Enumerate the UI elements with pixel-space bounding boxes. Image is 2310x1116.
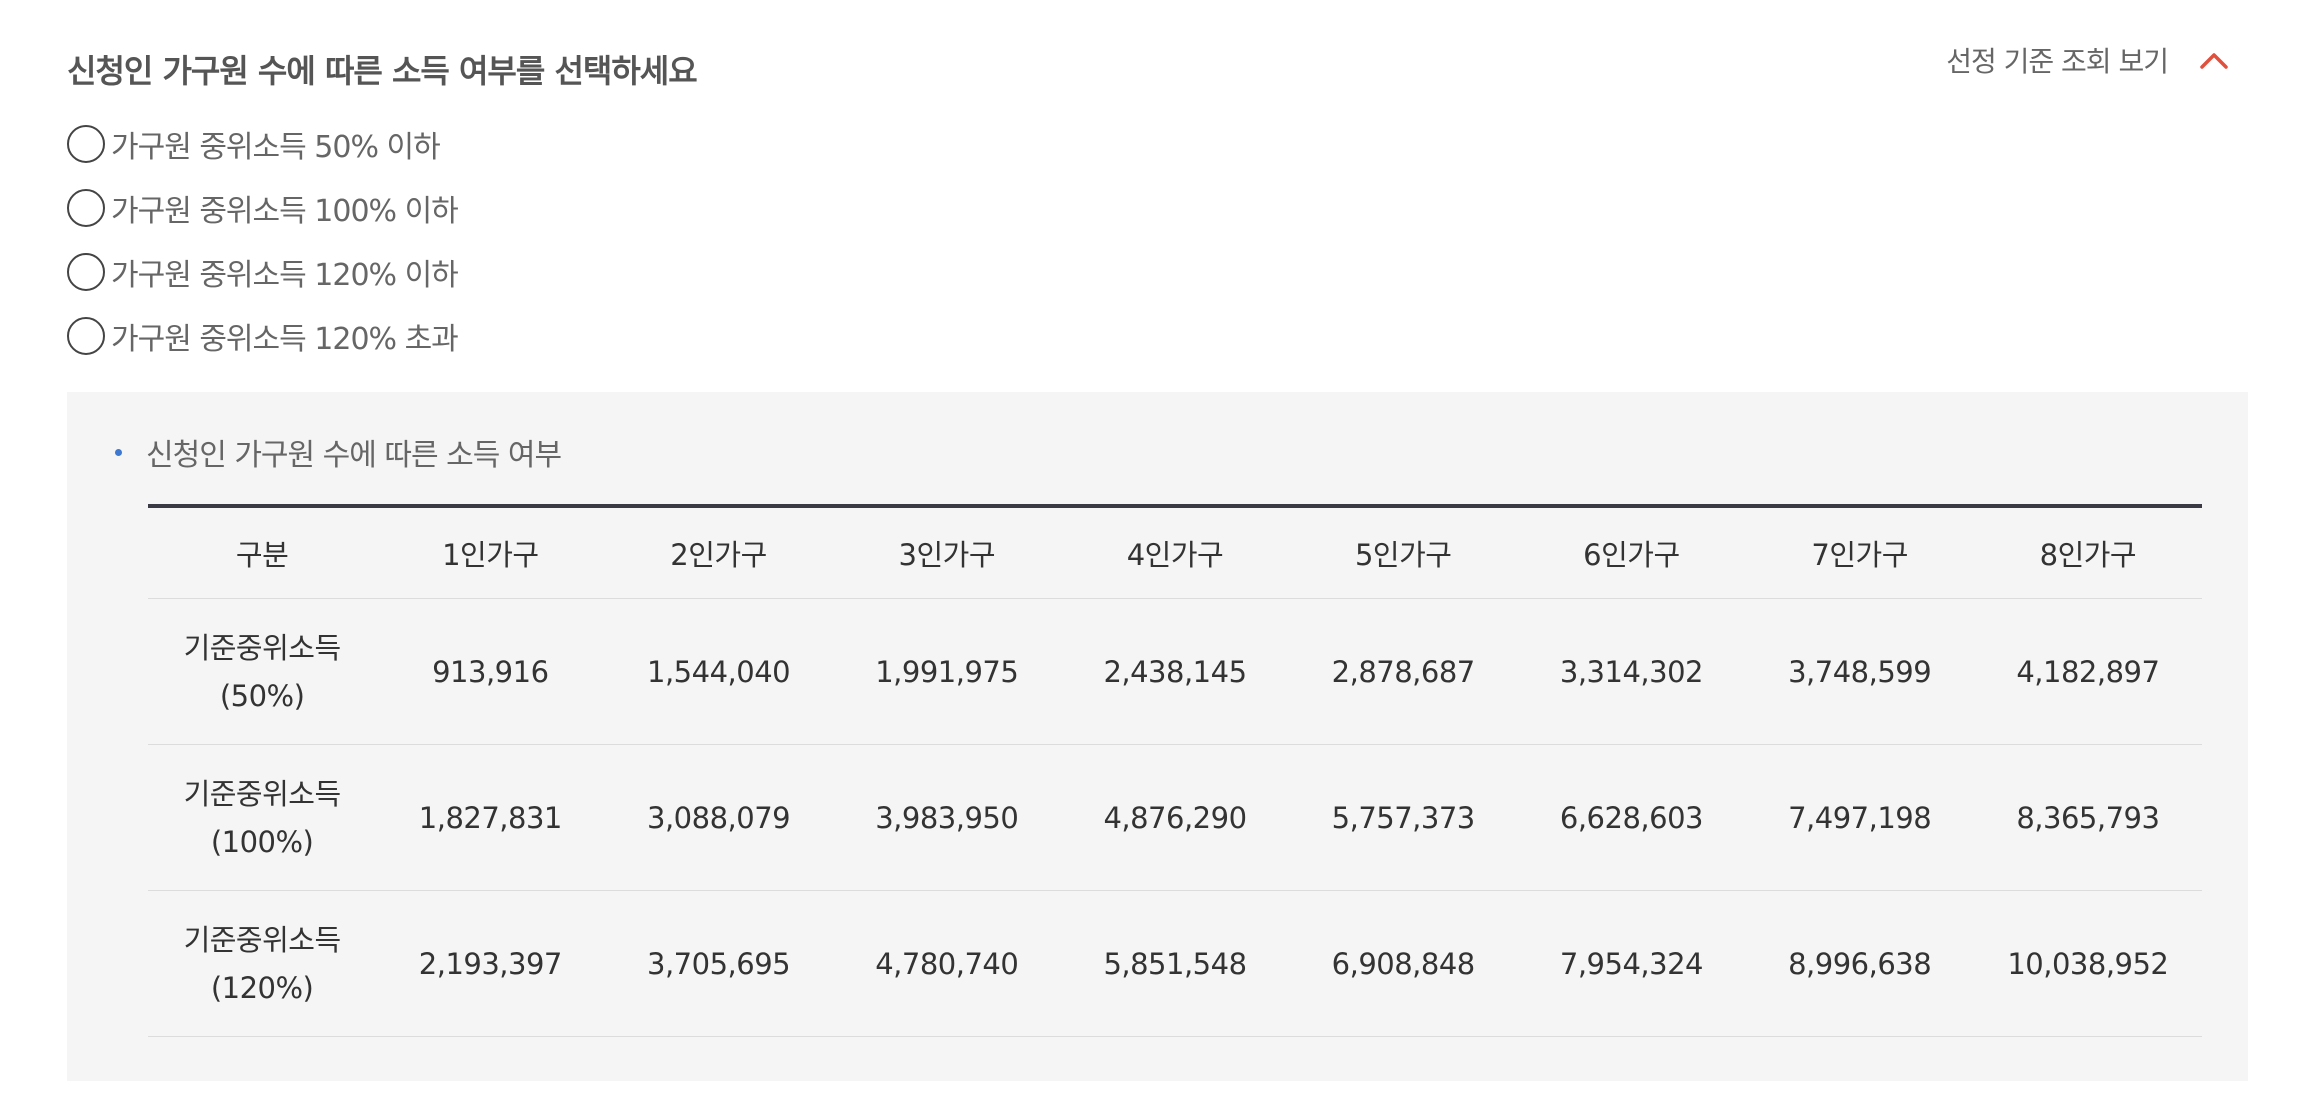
income-option-group: 가구원 중위소득 50% 이하 가구원 중위소득 100% 이하 가구원 중위소… (67, 112, 459, 368)
income-option-label: 가구원 중위소득 120% 이하 (111, 258, 459, 293)
table-cell: 3,983,950 (832, 744, 1061, 891)
table-cell: 8,996,638 (1745, 890, 1974, 1037)
table-cell: 4,780,740 (832, 890, 1061, 1037)
table-cell: 10,038,952 (1973, 890, 2202, 1037)
table-cell: 3,705,695 (604, 890, 833, 1037)
radio-button[interactable] (67, 125, 105, 163)
criteria-panel: 신청인 가구원 수에 따른 소득 여부 구분 1인가구 2인가구 3인가구 4인… (67, 392, 2248, 1081)
row-header-line1: 기준중위소득 (183, 776, 342, 811)
table-cell: 4,182,897 (1973, 598, 2202, 745)
table-cell: 1,991,975 (832, 598, 1061, 745)
column-header: 1인가구 (376, 506, 605, 599)
column-header: 3인가구 (832, 506, 1061, 599)
income-option-120[interactable]: 가구원 중위소득 120% 이하 (67, 240, 459, 304)
table-cell: 7,954,324 (1517, 890, 1746, 1037)
row-header: 기준중위소득 (100%) (148, 744, 377, 891)
table-cell: 1,544,040 (604, 598, 833, 745)
table-cell: 7,497,198 (1745, 744, 1974, 891)
column-header: 구분 (148, 506, 377, 599)
radio-button[interactable] (67, 253, 105, 291)
table-cell: 913,916 (376, 598, 605, 745)
income-option-label: 가구원 중위소득 50% 이하 (111, 130, 441, 165)
panel-heading-text: 신청인 가구원 수에 따른 소득 여부 (146, 438, 562, 473)
table-cell: 8,365,793 (1973, 744, 2202, 891)
column-header: 2인가구 (604, 506, 833, 599)
table-row: 기준중위소득 (100%) 1,827,831 3,088,079 3,983,… (148, 744, 2202, 891)
row-header: 기준중위소득 (120%) (148, 890, 377, 1037)
column-header: 5인가구 (1289, 506, 1518, 599)
page-title: 신청인 가구원 수에 따른 소득 여부를 선택하세요 (67, 52, 698, 90)
row-header-line2: (100%) (210, 824, 314, 859)
table-cell: 3,748,599 (1745, 598, 1974, 745)
table-cell: 2,438,145 (1060, 598, 1290, 745)
table-cell: 5,851,548 (1060, 890, 1290, 1037)
table-row: 기준중위소득 (120%) 2,193,397 3,705,695 4,780,… (148, 890, 2202, 1037)
table-cell: 6,908,848 (1289, 890, 1518, 1037)
table-cell: 2,193,397 (376, 890, 605, 1037)
income-option-label: 가구원 중위소득 100% 이하 (111, 194, 459, 229)
table-cell: 5,757,373 (1289, 744, 1518, 891)
income-option-label: 가구원 중위소득 120% 초과 (111, 322, 459, 357)
panel-heading: 신청인 가구원 수에 따른 소득 여부 (115, 430, 562, 474)
table-cell: 6,628,603 (1517, 744, 1746, 891)
row-header-line2: (50%) (219, 678, 305, 713)
row-header-line1: 기준중위소득 (183, 922, 342, 957)
column-header: 4인가구 (1060, 506, 1290, 599)
bullet-icon (115, 448, 122, 456)
median-income-table: 구분 1인가구 2인가구 3인가구 4인가구 5인가구 6인가구 7인가구 8인… (148, 504, 2202, 1037)
income-option-120-over[interactable]: 가구원 중위소득 120% 초과 (67, 304, 459, 368)
view-criteria-toggle[interactable]: 선정 기준 조회 보기 (1946, 40, 2230, 80)
column-header: 7인가구 (1745, 506, 1974, 599)
table-cell: 1,827,831 (376, 744, 605, 891)
column-header: 6인가구 (1517, 506, 1746, 599)
view-criteria-label: 선정 기준 조회 보기 (1946, 45, 2169, 78)
table-cell: 3,088,079 (604, 744, 833, 891)
income-option-50[interactable]: 가구원 중위소득 50% 이하 (67, 112, 458, 176)
row-header-line2: (120%) (210, 970, 314, 1005)
table-header-row: 구분 1인가구 2인가구 3인가구 4인가구 5인가구 6인가구 7인가구 8인… (148, 506, 2202, 599)
row-header: 기준중위소득 (50%) (148, 598, 377, 745)
income-option-100[interactable]: 가구원 중위소득 100% 이하 (67, 176, 459, 240)
chevron-up-icon (2200, 53, 2228, 69)
table-cell: 2,878,687 (1289, 598, 1518, 745)
table-cell: 3,314,302 (1517, 598, 1746, 745)
column-header: 8인가구 (1973, 506, 2202, 599)
row-header-line1: 기준중위소득 (183, 630, 342, 665)
table-cell: 4,876,290 (1060, 744, 1290, 891)
table-row: 기준중위소득 (50%) 913,916 1,544,040 1,991,975… (148, 598, 2202, 745)
radio-button[interactable] (67, 189, 105, 227)
radio-button[interactable] (67, 317, 105, 355)
